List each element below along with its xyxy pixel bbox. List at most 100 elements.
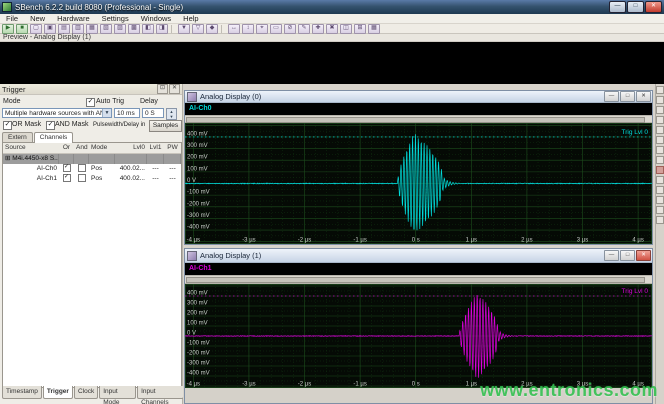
start-acquisition-icon[interactable]: ▶ — [2, 24, 14, 34]
erase-tool-icon[interactable]: ⊘ — [284, 24, 296, 34]
and-checkbox[interactable] — [74, 164, 89, 174]
maximize-icon[interactable]: □ — [620, 91, 635, 102]
and-checkbox[interactable] — [74, 174, 89, 184]
checkbox-icon[interactable] — [78, 174, 86, 182]
maximize-icon[interactable]: □ — [620, 250, 635, 261]
side-tool-icon[interactable] — [656, 166, 664, 174]
grid-view-icon[interactable]: ▦ — [368, 24, 380, 34]
checkbox-icon[interactable] — [78, 164, 86, 172]
side-tool-icon[interactable] — [656, 156, 664, 164]
add-display-icon[interactable]: ✚ — [312, 24, 324, 34]
waveform-chart-ch0[interactable]: 400 mV300 mV200 mV100 mV0 V-100 mV-200 m… — [185, 123, 652, 244]
and-mask-checkbox[interactable]: ✓ — [46, 121, 55, 130]
minimize-icon[interactable]: — — [604, 91, 619, 102]
save-display-icon[interactable]: ▽ — [192, 24, 204, 34]
waveform-chart-ch1[interactable]: 400 mV300 mV200 mV100 mV0 V-100 mV-200 m… — [185, 284, 652, 388]
tab-timestamp[interactable]: Timestamp — [2, 386, 42, 399]
export-data-icon[interactable]: ◆ — [206, 24, 218, 34]
column-header-lvl1[interactable]: Lvl1 — [147, 143, 164, 153]
input-setup-icon[interactable]: ▦ — [86, 24, 98, 34]
lvl0-cell[interactable]: 400.02... — [115, 164, 147, 174]
column-header-or[interactable]: Or — [59, 143, 74, 153]
select-tool-icon[interactable]: ▭ — [270, 24, 282, 34]
column-header-lvl0[interactable]: Lvl0 — [115, 143, 147, 153]
menu-hardware[interactable]: Hardware — [51, 14, 96, 23]
tab-channels[interactable]: Channels — [34, 132, 73, 143]
side-tool-icon[interactable] — [656, 96, 664, 104]
side-tool-icon[interactable] — [656, 176, 664, 184]
samples-button[interactable]: Samples — [149, 120, 182, 132]
channel-label-ai-ch0[interactable]: AI-Ch0 — [189, 105, 212, 112]
pause-acquisition-icon[interactable]: ▣ — [44, 24, 56, 34]
or-mask-checkbox[interactable]: ✓ — [3, 121, 12, 130]
delay-field[interactable]: 0 S — [142, 108, 164, 118]
menu-settings[interactable]: Settings — [96, 14, 135, 23]
scroll-thumb[interactable] — [186, 277, 645, 283]
close-button[interactable]: ✕ — [645, 1, 662, 13]
preview-pane[interactable] — [0, 42, 664, 84]
filter-icon[interactable]: ◨ — [156, 24, 168, 34]
tab-input-mode[interactable]: Input Mode — [99, 386, 136, 399]
side-tool-icon[interactable] — [656, 126, 664, 134]
trigger-mode-select[interactable]: Multiple hardware sources with AND/OR ▼ — [2, 108, 112, 118]
side-tool-icon[interactable] — [656, 106, 664, 114]
close-icon[interactable]: ✕ — [636, 91, 651, 102]
menu-new[interactable]: New — [24, 14, 51, 23]
checkbox-icon[interactable]: ✓ — [63, 174, 71, 182]
lvl1-cell[interactable]: --- — [147, 174, 164, 184]
float-panel-icon[interactable]: ⊡ — [157, 84, 168, 94]
menu-windows[interactable]: Windows — [135, 14, 177, 23]
tab-clock[interactable]: Clock — [74, 386, 98, 399]
cascade-windows-icon[interactable]: ⊞ — [354, 24, 366, 34]
or-checkbox[interactable]: ✓ — [59, 174, 74, 184]
cursor-tool-icon[interactable]: ⌖ — [256, 24, 268, 34]
minimize-button[interactable]: — — [609, 1, 626, 13]
column-header-source[interactable]: Source — [3, 143, 59, 153]
analog-display-1-titlebar[interactable]: Analog Display (1) — □ ✕ — [185, 249, 652, 263]
tab-input-channels[interactable]: Input Channels — [137, 386, 184, 399]
single-shot-icon[interactable]: ▢ — [30, 24, 42, 34]
delay-spinner[interactable]: ▲▼ — [166, 108, 177, 120]
card-info-icon[interactable]: ▤ — [58, 24, 70, 34]
side-tool-icon[interactable] — [656, 196, 664, 204]
menu-file[interactable]: File — [0, 14, 24, 23]
trigger-setup-icon[interactable]: ▩ — [128, 24, 140, 34]
lvl1-cell[interactable]: --- — [147, 164, 164, 174]
stop-acquisition-icon[interactable]: ■ — [16, 24, 28, 34]
card-settings-icon[interactable]: ▥ — [72, 24, 84, 34]
chevron-down-icon[interactable]: ▼ — [102, 109, 111, 117]
side-tool-icon[interactable] — [656, 136, 664, 144]
minimize-icon[interactable]: — — [604, 250, 619, 261]
tab-trigger[interactable]: Trigger — [43, 386, 73, 399]
side-tool-icon[interactable] — [656, 86, 664, 94]
mode-cell[interactable]: Pos — [89, 164, 115, 174]
zoom-tool-icon[interactable]: ↕ — [242, 24, 254, 34]
output-setup-icon[interactable]: ▧ — [100, 24, 112, 34]
move-tool-icon[interactable]: ↔ — [228, 24, 240, 34]
close-display-icon[interactable]: ✖ — [326, 24, 338, 34]
trig-time-field[interactable]: 10 ms — [114, 108, 140, 118]
calculation-icon[interactable]: ◧ — [142, 24, 154, 34]
table-group-row[interactable]: ⊞ M4i.4450-x8 S... — [3, 154, 181, 164]
table-row[interactable]: AI-Ch0✓Pos400.02...------ — [3, 164, 181, 174]
clock-setup-icon[interactable]: ▨ — [114, 24, 126, 34]
table-row[interactable]: AI-Ch1✓Pos400.02...------ — [3, 174, 181, 184]
lvl0-cell[interactable]: 400.02... — [115, 174, 147, 184]
h-scrollbar-1[interactable] — [185, 275, 652, 284]
tile-windows-icon[interactable]: ◫ — [340, 24, 352, 34]
menu-help[interactable]: Help — [177, 14, 204, 23]
side-tool-icon[interactable] — [656, 206, 664, 214]
checkbox-icon[interactable]: ✓ — [63, 164, 71, 172]
close-icon[interactable]: ✕ — [636, 250, 651, 261]
column-header-mode[interactable]: Mode — [89, 143, 115, 153]
side-tool-icon[interactable] — [656, 146, 664, 154]
save-data-icon[interactable]: ▼ — [178, 24, 190, 34]
mode-cell[interactable]: Pos — [89, 174, 115, 184]
plot-area-1[interactable]: 400 mV300 mV200 mV100 mV0 V-100 mV-200 m… — [185, 284, 652, 388]
auto-trig-checkbox[interactable]: ✓ — [86, 98, 95, 107]
pw-cell[interactable]: --- — [164, 164, 181, 174]
draw-tool-icon[interactable]: ✎ — [298, 24, 310, 34]
close-panel-icon[interactable]: ✕ — [169, 84, 180, 94]
column-header-pw[interactable]: PW — [164, 143, 181, 153]
pw-cell[interactable]: --- — [164, 174, 181, 184]
